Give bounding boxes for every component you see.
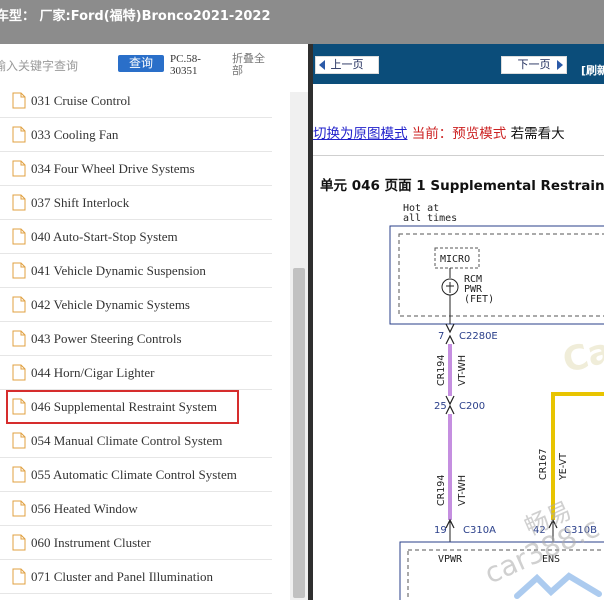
tree-item-selected[interactable]: 046 Supplemental Restraint System (6, 390, 239, 424)
view-mode-line: 切换为原图模式 当前：预览模式 若需看大 (313, 122, 565, 142)
tree-item-label: 040 Auto-Start-Stop System (31, 229, 178, 244)
rcm-module-box (389, 225, 604, 325)
tree-item-label: 060 Instrument Cluster (31, 535, 151, 550)
connector-c200-label: C200 (459, 401, 485, 412)
system-tree-list: 031 Cruise Control 033 Cooling Fan 034 Fou… (0, 84, 290, 594)
tree-item-label: 071 Cluster and Panel Illumination (31, 569, 213, 584)
current-mode-text: 当前：预览模式 (411, 126, 507, 142)
connector-c310a-label: C310A (463, 525, 496, 536)
tree-item-label: 044 Horn/Cigar Lighter (31, 365, 155, 380)
tree-item-label: 042 Vehicle Dynamic Systems (31, 297, 190, 312)
document-icon (12, 228, 26, 245)
pin-7-arrow-icon-lower (445, 334, 455, 345)
document-icon (12, 568, 26, 585)
pin-7-label: 7 (438, 331, 444, 342)
content-divider (313, 155, 604, 156)
document-icon (12, 92, 26, 109)
document-icon (12, 126, 26, 143)
arrow-left-icon (319, 60, 325, 70)
document-icon (12, 398, 26, 415)
micro-label: MICRO (440, 254, 470, 265)
tree-item[interactable]: 033 Cooling Fan (0, 118, 272, 152)
previous-page-label: 上一页 (330, 58, 364, 71)
wire-color-vtwh-b: VT-WH (457, 475, 468, 506)
tree-item[interactable]: 043 Power Steering Controls (0, 322, 272, 356)
pin-7-arrow-icon (445, 323, 455, 334)
next-page-label: 下一页 (517, 58, 551, 71)
tree-item-label: 033 Cooling Fan (31, 127, 119, 142)
scrollbar-thumb[interactable] (293, 268, 305, 598)
pin-25-arrow-icon-lower (445, 404, 455, 415)
connector-c2280e-label: C2280E (459, 331, 498, 342)
document-icon (12, 500, 26, 517)
tree-item-label: 055 Automatic Climate Control System (31, 467, 237, 482)
tree-item[interactable]: 055 Automatic Climate Control System (0, 458, 272, 492)
document-icon (12, 432, 26, 449)
tree-item[interactable]: 041 Vehicle Dynamic Suspension (0, 254, 272, 288)
window-titlebar: 车型： 厂家:Ford(福特)Bronco2021-2022 (0, 0, 604, 44)
switch-to-original-link[interactable]: 切换为原图模式 (313, 126, 408, 142)
all-times-label: all times (403, 213, 457, 224)
document-icon (12, 330, 26, 347)
tree-item-label: 046 Supplemental Restraint System (31, 399, 217, 414)
tree-item[interactable]: 040 Auto-Start-Stop System (0, 220, 272, 254)
rcm-inner-dashed-box (398, 233, 604, 317)
document-icon (12, 296, 26, 313)
hint-text: 若需看大 (510, 126, 565, 142)
tree-item-label: 041 Vehicle Dynamic Suspension (31, 263, 206, 278)
document-icon (12, 262, 26, 279)
query-button[interactable]: 查询 (118, 55, 164, 72)
tree-item[interactable]: 044 Horn/Cigar Lighter (0, 356, 272, 390)
pin-19-label: 19 (434, 525, 447, 536)
next-page-button[interactable]: 下一页 (501, 56, 567, 74)
wire-cr194-label-a: CR194 (436, 355, 447, 386)
tree-item[interactable]: 071 Cluster and Panel Illumination (0, 560, 272, 594)
refresh-link[interactable]: [刷新 (581, 62, 604, 78)
document-icon (12, 194, 26, 211)
tree-item-label: 031 Cruise Control (31, 93, 131, 108)
tree-item[interactable]: 056 Heated Window (0, 492, 272, 526)
window-title: 车型： 厂家:Ford(福特)Bronco2021-2022 (0, 9, 271, 24)
document-viewer: 上一页 下一页 [刷新 切换为原图模式 当前：预览模式 若需看大 单元 046 … (313, 44, 604, 600)
search-input[interactable] (0, 56, 106, 76)
tree-item[interactable]: 054 Manual Climate Control System (0, 424, 272, 458)
tree-item-label: 043 Power Steering Controls (31, 331, 182, 346)
pin-25-label: 25 (434, 401, 447, 412)
wire-cr167-label: CR167 (538, 449, 549, 480)
watermark-logo-icon (514, 572, 602, 599)
document-icon (12, 534, 26, 551)
collapse-all-link[interactable]: 折叠全部 (232, 53, 272, 77)
tree-item[interactable]: 060 Instrument Cluster (0, 526, 272, 560)
tree-item[interactable]: 037 Shift Interlock (0, 186, 272, 220)
tree-item[interactable]: 042 Vehicle Dynamic Systems (0, 288, 272, 322)
document-icon (12, 160, 26, 177)
wire-color-yevt: YE-VT (558, 453, 569, 481)
page-heading: 单元 046 页面 1 Supplemental Restraint (320, 178, 604, 194)
document-icon (12, 364, 26, 381)
tree-item-label: 056 Heated Window (31, 501, 138, 516)
tree-item-label: 034 Four Wheel Drive Systems (31, 161, 195, 176)
wire-color-vtwh-a: VT-WH (457, 355, 468, 386)
page-code: PC.58-30351 (170, 53, 201, 77)
pin-25-arrow-icon (445, 395, 455, 406)
tree-item-label: 054 Manual Climate Control System (31, 433, 223, 448)
rcm-pwr-label-3: (FET) (464, 294, 494, 305)
tree-item-label: 037 Shift Interlock (31, 195, 130, 210)
wire-cr194-label-b: CR194 (436, 475, 447, 506)
tree-item[interactable]: 031 Cruise Control (0, 84, 272, 118)
page-navigation-bar: 上一页 下一页 [刷新 (313, 44, 604, 84)
document-icon (12, 466, 26, 483)
previous-page-button[interactable]: 上一页 (315, 56, 379, 74)
tree-item[interactable]: 034 Four Wheel Drive Systems (0, 152, 272, 186)
vpwr-label: VPWR (438, 554, 463, 565)
left-navigation-pane: 查询 PC.58-30351 折叠全部 031 Cruise Control03… (0, 44, 310, 600)
arrow-right-icon (557, 60, 563, 70)
